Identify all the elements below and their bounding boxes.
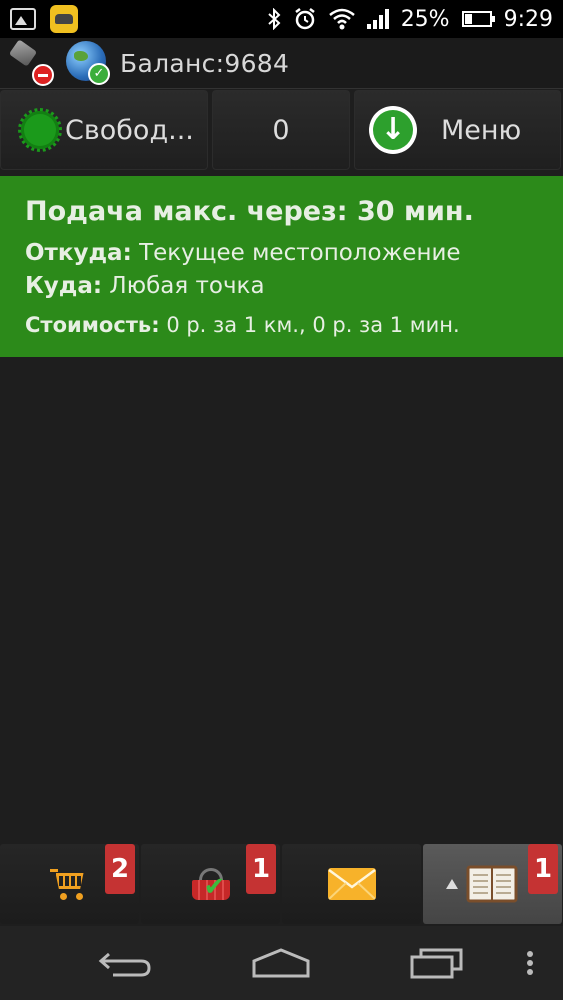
alarm-icon (294, 8, 315, 30)
network-connected-icon[interactable]: ✓ (64, 39, 114, 87)
driver-status-button[interactable]: Свобод... (0, 90, 208, 170)
bottom-tab-bar: 2 ✔ 1 1 (0, 844, 563, 926)
arrow-down-icon: ↓ (369, 106, 417, 154)
tab-accepted-orders[interactable]: ✔ 1 (141, 844, 280, 924)
from-value: Текущее местоположение (139, 240, 461, 266)
bluetooth-icon (268, 8, 281, 30)
battery-icon (461, 11, 495, 27)
signal-icon (366, 9, 389, 29)
home-icon (252, 948, 310, 978)
journal-badge: 1 (528, 844, 558, 894)
battery-percent: 25% (400, 6, 450, 32)
order-panel[interactable]: Подача макс. через: 30 мин. Откуда: Теку… (0, 176, 563, 357)
wifi-icon (328, 8, 355, 30)
order-from: Откуда: Текущее местоположение (25, 237, 538, 270)
home-button[interactable] (246, 926, 316, 1000)
gps-disabled-icon[interactable] (8, 39, 56, 86)
orders-count-button[interactable]: 0 (212, 90, 350, 170)
tab-messages[interactable] (282, 844, 421, 924)
shopping-cart-icon (49, 867, 90, 901)
system-navigation-bar (0, 926, 563, 1000)
balance-label: Баланс:9684 (120, 48, 290, 78)
basket-check-icon: ✔ (190, 866, 232, 902)
journal-icon (466, 865, 517, 903)
menu-label: Меню (441, 114, 522, 146)
to-value: Любая точка (109, 273, 265, 299)
cost-label: Стоимость: (25, 313, 160, 337)
top-toolbar: Свобод... 0 ↓ Меню (0, 90, 563, 174)
clock: 9:29 (503, 6, 553, 32)
recent-apps-button[interactable] (402, 926, 472, 1000)
order-cost: Стоимость: 0 р. за 1 км., 0 р. за 1 мин. (25, 309, 538, 342)
more-vert-icon (527, 951, 533, 975)
accepted-badge: 1 (246, 844, 276, 894)
taxi-app-icon (50, 5, 78, 33)
envelope-icon (327, 868, 376, 900)
order-title: Подача макс. через: 30 мин. (25, 196, 474, 227)
to-label: Куда: (25, 273, 103, 299)
status-bar: 25% 9:29 (0, 0, 563, 38)
tab-cart[interactable]: 2 (0, 844, 139, 924)
expand-up-icon (445, 879, 458, 889)
menu-button[interactable]: ↓ Меню (354, 90, 561, 170)
tab-journal[interactable]: 1 (423, 844, 562, 924)
back-icon (98, 952, 151, 977)
back-button[interactable] (90, 926, 160, 1000)
cart-badge: 2 (105, 844, 135, 894)
status-seal-icon (18, 108, 62, 152)
orders-count: 0 (272, 114, 290, 146)
overflow-menu-button[interactable] (515, 926, 545, 1000)
status-label: Свобод... (65, 114, 194, 146)
order-to: Куда: Любая точка (25, 270, 538, 303)
recent-apps-icon (410, 948, 463, 979)
image-icon (10, 8, 36, 30)
from-label: Откуда: (25, 240, 132, 266)
cost-value: 0 р. за 1 км., 0 р. за 1 мин. (166, 313, 460, 337)
app-header: ✓ Баланс:9684 (0, 38, 563, 89)
